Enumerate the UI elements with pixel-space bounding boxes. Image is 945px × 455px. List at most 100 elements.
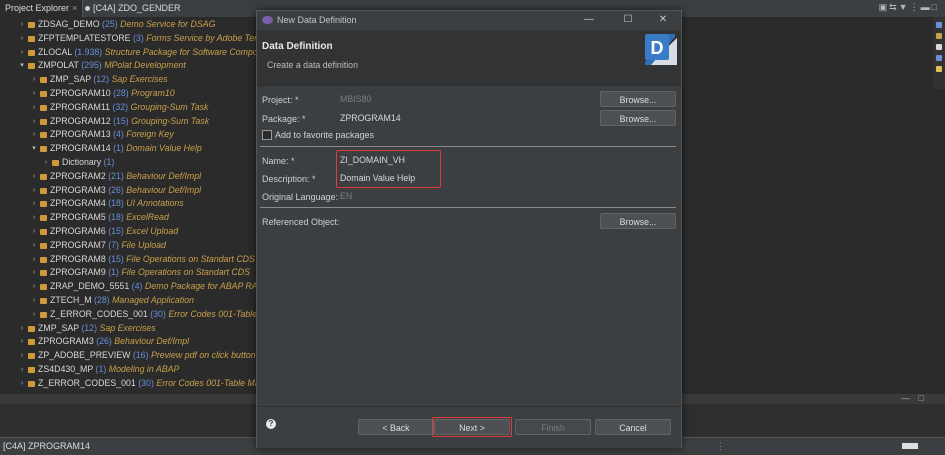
collapse-arrow-icon[interactable]: › [30, 308, 38, 322]
collapse-arrow-icon[interactable]: › [30, 170, 38, 184]
collapse-arrow-icon[interactable]: › [18, 335, 26, 349]
package-icon [40, 132, 47, 139]
tree-item[interactable]: › ZPROGRAM3 (26) Behaviour Def/Impl [0, 335, 256, 349]
tree-item-label: ZPROGRAM4 (18) UI Annotations [50, 197, 184, 211]
tab-project-explorer[interactable]: Project Explorer × [0, 0, 84, 17]
outline-icon[interactable] [936, 22, 942, 28]
tree-item[interactable]: › ZS4D430_MP (1) Modeling in ABAP [0, 363, 256, 377]
collapse-arrow-icon[interactable]: › [18, 322, 26, 336]
tree-item[interactable]: › ZDSAG_DEMO (25) Demo Service for DSAG [0, 18, 256, 32]
collapse-arrow-icon[interactable]: › [30, 266, 38, 280]
tree-item[interactable]: › ZFPTEMPLATESTORE (3) Forms Service by A… [0, 32, 256, 46]
collapse-arrow-icon[interactable]: › [18, 377, 26, 391]
dialog-title: New Data Definition [277, 15, 357, 25]
back-button[interactable]: < Back [358, 419, 434, 435]
tree-item[interactable]: › ZPROGRAM3 (26) Behaviour Def/Impl [0, 184, 256, 198]
dialog-titlebar[interactable]: New Data Definition — ☐ ✕ [257, 11, 681, 30]
tree-item[interactable]: › ZLOCAL (1.938) Structure Package for So… [0, 46, 256, 60]
collapse-all-icon[interactable]: ▣ [879, 2, 890, 12]
finish-button[interactable]: Finish [515, 419, 591, 435]
tree-item[interactable]: › Dictionary (1) [0, 156, 256, 170]
collapse-arrow-icon[interactable]: › [30, 128, 38, 142]
tree-item-label: ZPROGRAM7 (7) File Upload [50, 239, 166, 253]
maximize-icon[interactable]: ☐ [620, 13, 636, 27]
collapse-arrow-icon[interactable]: › [18, 32, 26, 46]
tree-item[interactable]: › ZPROGRAM5 (18) ExcelRead [0, 211, 256, 225]
package-description: UI Annotations [126, 198, 184, 209]
bookmarks-icon[interactable] [936, 66, 942, 72]
tree-item[interactable]: › ZTECH_M (28) Managed Application [0, 294, 256, 308]
package-icon [40, 201, 47, 208]
tree-item[interactable]: › ZPROGRAM2 (21) Behaviour Def/Impl [0, 170, 256, 184]
favorite-checkbox[interactable] [262, 130, 272, 140]
collapse-arrow-icon[interactable]: › [42, 156, 50, 170]
object-count: (1.938) [74, 46, 103, 57]
tree-item[interactable]: › Z_ERROR_CODES_001 (30) Error Codes 001-… [0, 308, 256, 322]
referenced-object-label: Referenced Object: [262, 217, 340, 227]
tree-item[interactable]: ▾ ZMPOLAT (295) MPolat Development [0, 59, 256, 73]
collapse-arrow-icon[interactable]: › [30, 197, 38, 211]
tree-item[interactable]: › ZP_ADOBE_PREVIEW (16) Preview pdf on cl… [0, 349, 256, 363]
package-description: Excel Upload [126, 225, 179, 236]
package-name: ZPROGRAM14 [50, 143, 111, 154]
object-count: (1) [113, 143, 124, 154]
tree-item[interactable]: › ZPROGRAM10 (28) Program10 [0, 87, 256, 101]
collapse-arrow-icon[interactable]: › [30, 253, 38, 267]
tree-item[interactable]: › ZMP_SAP (12) Sap Exercises [0, 322, 256, 336]
tree-item[interactable]: › ZRAP_DEMO_5551 (4) Demo Package for ABA… [0, 280, 256, 294]
collapse-arrow-icon[interactable]: › [30, 225, 38, 239]
package-field[interactable]: ZPROGRAM14 [337, 111, 592, 125]
object-count: (4) [113, 129, 124, 140]
package-name: ZLOCAL [38, 46, 72, 57]
expand-arrow-icon[interactable]: ▾ [30, 142, 38, 156]
tree-item[interactable]: › ZPROGRAM8 (15) File Operations on Stand… [0, 253, 256, 267]
tree-item[interactable]: › ZPROGRAM4 (18) UI Annotations [0, 197, 256, 211]
collapse-arrow-icon[interactable]: › [18, 363, 26, 377]
filter-icon[interactable]: ▼ [899, 2, 910, 12]
collapse-arrow-icon[interactable]: › [30, 294, 38, 308]
close-icon[interactable]: ✕ [655, 13, 671, 27]
cancel-button[interactable]: Cancel [595, 419, 671, 435]
minimize-icon[interactable]: — [581, 13, 597, 27]
collapse-arrow-icon[interactable]: › [30, 101, 38, 115]
link-editor-icon[interactable]: ⇆ [889, 2, 899, 12]
package-description: Behaviour Def/Impl [126, 170, 202, 181]
tasks-icon[interactable] [936, 33, 942, 39]
collapse-arrow-icon[interactable]: › [30, 184, 38, 198]
collapse-arrow-icon[interactable]: › [18, 46, 26, 60]
collapse-arrow-icon[interactable]: › [30, 280, 38, 294]
close-icon[interactable]: × [72, 3, 77, 13]
problems-icon[interactable] [936, 55, 942, 61]
object-count: (26) [96, 336, 112, 347]
help-icon[interactable]: ? [266, 419, 276, 429]
collapse-arrow-icon[interactable]: › [30, 73, 38, 87]
properties-icon[interactable] [936, 44, 942, 50]
view-menu-icon[interactable]: ⋮ [910, 2, 921, 12]
expand-arrow-icon[interactable]: ▾ [18, 59, 26, 73]
tab-editor[interactable]: [C4A] ZDO_GENDER [80, 0, 186, 17]
tree-item[interactable]: › Z_ERROR_CODES_001 (30) Error Codes 001-… [0, 377, 256, 391]
tree-item[interactable]: › ZPROGRAM13 (4) Foreign Key [0, 128, 256, 142]
tree-item[interactable]: › ZPROGRAM12 (15) Grouping-Sum Task [0, 115, 256, 129]
collapse-arrow-icon[interactable]: › [30, 239, 38, 253]
referenced-browse-button[interactable]: Browse... [600, 213, 676, 229]
collapse-arrow-icon[interactable]: › [30, 87, 38, 101]
referenced-object-field[interactable] [337, 214, 592, 228]
tree-item[interactable]: › ZPROGRAM9 (1) File Operations on Standa… [0, 266, 256, 280]
collapse-arrow-icon[interactable]: › [30, 211, 38, 225]
collapse-arrow-icon[interactable]: › [18, 18, 26, 32]
package-description: File Upload [121, 239, 166, 250]
minimize-view-icon[interactable]: ▬ [921, 2, 932, 12]
tree-item[interactable]: ▾ ZPROGRAM14 (1) Domain Value Help [0, 142, 256, 156]
tree-item[interactable]: › ZMP_SAP (12) Sap Exercises [0, 73, 256, 87]
tree-item[interactable]: › ZPROGRAM11 (32) Grouping-Sum Task [0, 101, 256, 115]
tree-item[interactable]: › ZPROGRAM7 (7) File Upload [0, 239, 256, 253]
project-browse-button[interactable]: Browse... [600, 91, 676, 107]
collapse-arrow-icon[interactable]: › [30, 115, 38, 129]
collapse-arrow-icon[interactable]: › [18, 349, 26, 363]
maximize-view-icon[interactable]: □ [932, 2, 939, 12]
object-count: (15) [113, 115, 129, 126]
package-browse-button[interactable]: Browse... [600, 110, 676, 126]
panel-window-controls[interactable]: — □ [901, 393, 927, 403]
tree-item[interactable]: › ZPROGRAM6 (15) Excel Upload [0, 225, 256, 239]
